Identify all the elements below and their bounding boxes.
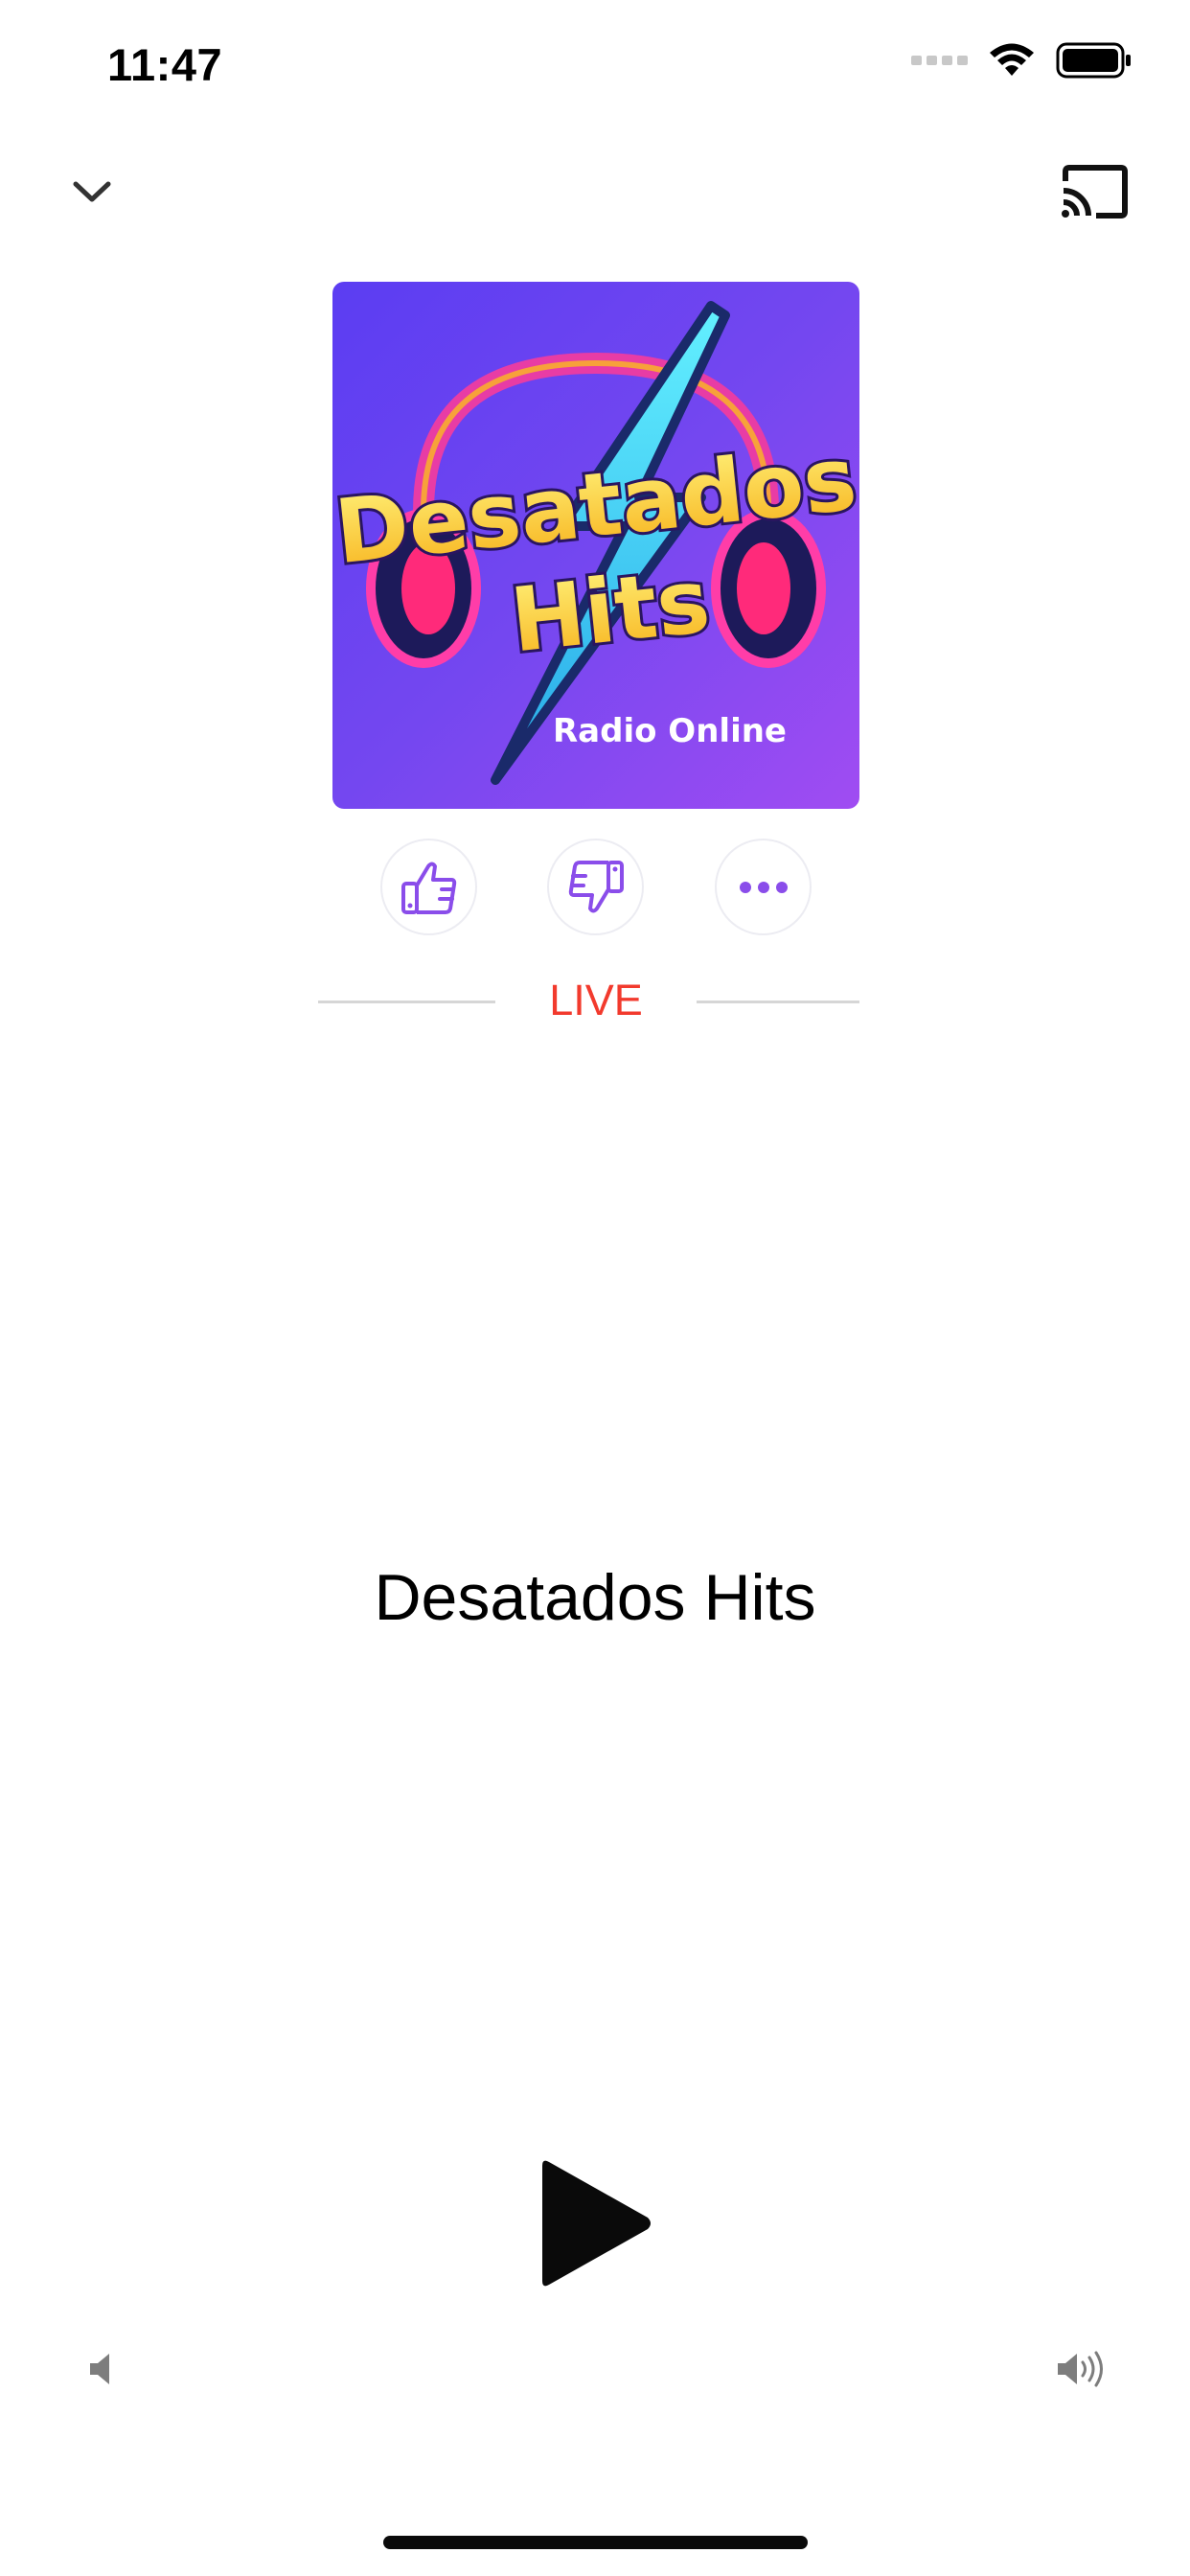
- volume-min-button[interactable]: [84, 2350, 123, 2388]
- more-options-button[interactable]: [715, 839, 812, 935]
- live-divider-right: [697, 1000, 859, 1003]
- wifi-icon: [990, 43, 1034, 76]
- play-icon: [542, 2160, 651, 2287]
- battery-icon: [1056, 42, 1131, 79]
- like-button[interactable]: [380, 839, 477, 935]
- volume-high-icon: [1058, 2351, 1103, 2387]
- chevron-down-icon: [73, 181, 111, 202]
- ellipsis-icon: [739, 881, 788, 893]
- volume-max-button[interactable]: [1056, 2350, 1110, 2388]
- dismiss-button[interactable]: [65, 165, 119, 218]
- station-title: Desatados Hits: [374, 1561, 816, 1634]
- dislike-button[interactable]: [547, 839, 644, 935]
- station-artwork: Desatados Hits Radio Online: [332, 282, 859, 809]
- svg-text:Hits: Hits: [506, 549, 714, 672]
- status-time: 11:47: [107, 39, 223, 90]
- live-label: LIVE: [549, 976, 643, 1024]
- live-divider-left: [318, 1000, 495, 1003]
- status-icons: [911, 42, 1133, 79]
- station-logo: Desatados Hits Radio Online: [332, 282, 859, 809]
- cast-icon: [1062, 165, 1128, 218]
- play-button[interactable]: [533, 2156, 657, 2290]
- cast-button[interactable]: [1058, 161, 1131, 222]
- thumbs-down-icon: [568, 860, 624, 912]
- volume-low-icon: [90, 2354, 109, 2384]
- svg-text:Radio Online: Radio Online: [553, 712, 787, 750]
- cellular-signal-icon: [911, 56, 968, 65]
- thumbs-up-icon: [400, 862, 456, 914]
- home-indicator[interactable]: [383, 2536, 808, 2549]
